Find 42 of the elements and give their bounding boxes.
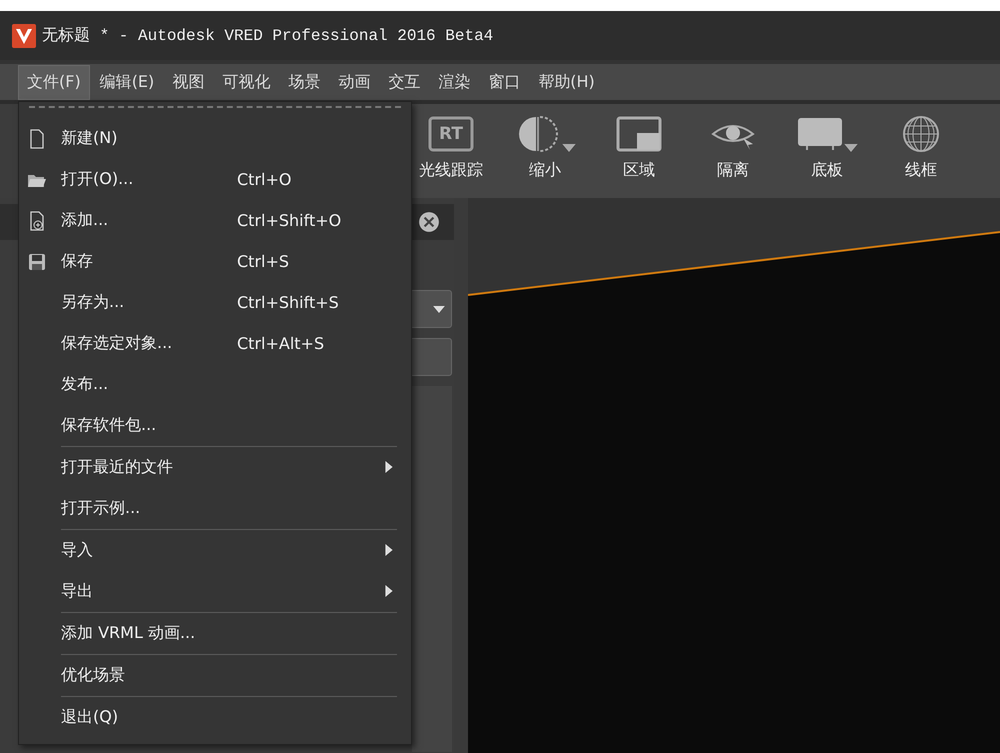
dropdown-arrow-icon bbox=[562, 144, 576, 152]
menu-item[interactable]: 另存为... Ctrl+Shift+S bbox=[19, 282, 411, 323]
toolbar-button[interactable]: 区域 bbox=[598, 114, 680, 198]
menu-item[interactable]: 添加... Ctrl+Shift+O bbox=[19, 200, 411, 241]
menu-item[interactable]: 优化场景 bbox=[19, 655, 411, 696]
dropdown-arrow-icon bbox=[844, 144, 858, 152]
window-title: 无标题 * - Autodesk VRED Professional 2016 Beta4 bbox=[42, 26, 494, 46]
menu-item[interactable]: 新建(N) bbox=[19, 118, 411, 159]
app-logo-icon bbox=[12, 24, 36, 48]
caret-icon bbox=[433, 306, 445, 312]
toolbar-button[interactable]: 底板 bbox=[786, 114, 868, 198]
rt-icon bbox=[427, 114, 475, 154]
menu-item[interactable]: 文件(F) bbox=[18, 64, 90, 100]
menu-item[interactable]: 退出(Q) bbox=[19, 697, 411, 738]
menu-item[interactable]: 导出 bbox=[19, 571, 411, 612]
menu-item[interactable]: 帮助(H) bbox=[530, 66, 603, 98]
menu-item[interactable]: 保存软件包... bbox=[19, 405, 411, 446]
menu-item[interactable]: 打开最近的文件 bbox=[19, 447, 411, 488]
menu-item[interactable]: 编辑(E) bbox=[92, 66, 162, 98]
toolbar-button[interactable]: 线框 bbox=[880, 114, 962, 198]
toolbar-button[interactable]: 隔离 bbox=[692, 114, 774, 198]
menu-item[interactable]: 保存 Ctrl+S bbox=[19, 241, 411, 282]
menu-item[interactable]: 打开示例... bbox=[19, 488, 411, 529]
menu-item[interactable]: 发布... bbox=[19, 364, 411, 405]
menu-item[interactable]: 保存选定对象... Ctrl+Alt+S bbox=[19, 323, 411, 364]
toolbar-button[interactable]: 缩小 bbox=[504, 114, 586, 198]
menu-item[interactable]: 视图 bbox=[164, 66, 212, 98]
toolbar-button[interactable]: RT 光线跟踪 bbox=[410, 114, 492, 198]
menu-item[interactable]: 窗口 bbox=[480, 66, 528, 98]
menu-item[interactable]: 导入 bbox=[19, 530, 411, 571]
menu-item[interactable]: 可视化 bbox=[214, 66, 278, 98]
menu-item[interactable]: 动画 bbox=[330, 66, 378, 98]
submenu-arrow-icon bbox=[385, 585, 393, 597]
menu-item[interactable]: 交互 bbox=[380, 66, 428, 98]
menu-item[interactable]: 渲染 bbox=[430, 66, 478, 98]
menu-item[interactable]: 添加 VRML 动画... bbox=[19, 613, 411, 654]
submenu-arrow-icon bbox=[385, 544, 393, 556]
submenu-arrow-icon bbox=[385, 461, 393, 473]
close-icon[interactable] bbox=[418, 211, 440, 233]
menu-item[interactable]: 打开(O)... Ctrl+O bbox=[19, 159, 411, 200]
menu-item[interactable]: 场景 bbox=[280, 66, 328, 98]
region-icon bbox=[615, 114, 663, 154]
